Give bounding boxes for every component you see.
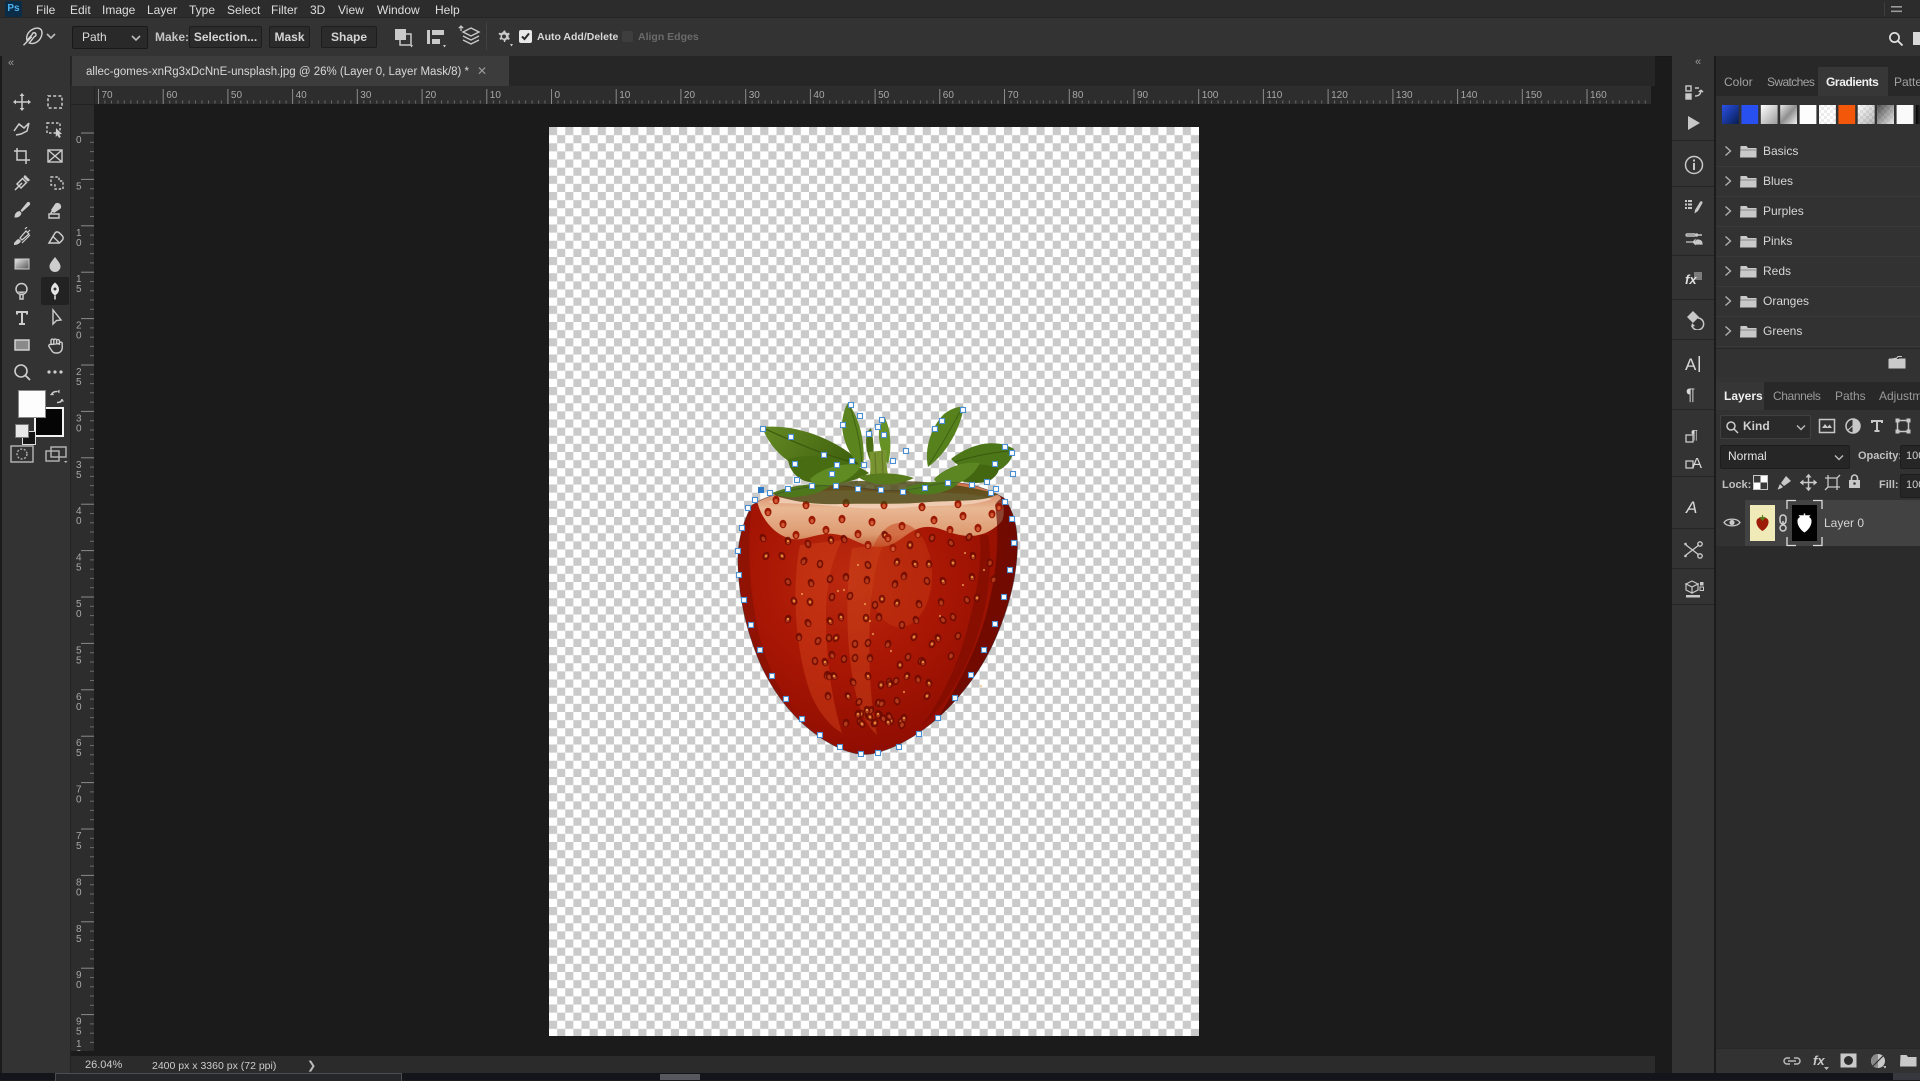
- svg-text:5: 5: [76, 181, 82, 192]
- svg-text:60: 60: [943, 90, 955, 101]
- svg-text:0: 0: [76, 238, 82, 249]
- svg-text:5: 5: [76, 563, 82, 574]
- svg-text:5: 5: [76, 377, 82, 388]
- svg-text:5: 5: [76, 748, 82, 759]
- svg-text:A: A: [1685, 355, 1697, 374]
- svg-text:0: 0: [76, 609, 82, 620]
- svg-text:0: 0: [76, 516, 82, 527]
- svg-text:10: 10: [490, 90, 502, 101]
- svg-text:¶: ¶: [1691, 427, 1698, 442]
- svg-text:50: 50: [231, 90, 243, 101]
- svg-text:5: 5: [76, 284, 82, 295]
- svg-text:0: 0: [76, 702, 82, 713]
- svg-text:160: 160: [1590, 90, 1607, 101]
- svg-text:90: 90: [1137, 90, 1149, 101]
- svg-text:0: 0: [76, 980, 82, 991]
- svg-text:130: 130: [1396, 90, 1413, 101]
- svg-text:150: 150: [1525, 90, 1542, 101]
- svg-text:fx: fx: [1685, 272, 1697, 287]
- svg-text:¶: ¶: [1686, 385, 1695, 404]
- svg-text:50: 50: [878, 90, 890, 101]
- svg-text:10: 10: [619, 90, 631, 101]
- svg-text:0: 0: [76, 795, 82, 806]
- svg-text:20: 20: [684, 90, 696, 101]
- svg-text:A: A: [1685, 498, 1697, 517]
- svg-text:0: 0: [76, 1049, 82, 1051]
- svg-text:5: 5: [76, 1027, 82, 1038]
- svg-text:140: 140: [1461, 90, 1478, 101]
- svg-text:70: 70: [1008, 90, 1020, 101]
- svg-text:20: 20: [425, 90, 437, 101]
- svg-text:40: 40: [813, 90, 825, 101]
- svg-text:40: 40: [296, 90, 308, 101]
- svg-text:0: 0: [76, 423, 82, 434]
- svg-text:60: 60: [166, 90, 178, 101]
- svg-text:80: 80: [1072, 90, 1084, 101]
- svg-text:A: A: [1692, 455, 1702, 472]
- svg-text:120: 120: [1331, 90, 1348, 101]
- svg-text:30: 30: [749, 90, 761, 101]
- svg-text:0: 0: [555, 90, 561, 101]
- svg-text:30: 30: [360, 90, 372, 101]
- svg-text:100: 100: [1202, 90, 1219, 101]
- svg-text:110: 110: [1266, 90, 1282, 101]
- svg-text:5: 5: [76, 841, 82, 852]
- svg-text:0: 0: [76, 135, 82, 146]
- svg-text:70: 70: [102, 90, 114, 101]
- svg-text:0: 0: [76, 887, 82, 898]
- svg-text:5: 5: [76, 470, 82, 481]
- svg-text:5: 5: [76, 655, 82, 666]
- svg-text:0: 0: [76, 331, 82, 342]
- svg-text:5: 5: [76, 934, 82, 945]
- svg-text:fx: fx: [1813, 1053, 1825, 1068]
